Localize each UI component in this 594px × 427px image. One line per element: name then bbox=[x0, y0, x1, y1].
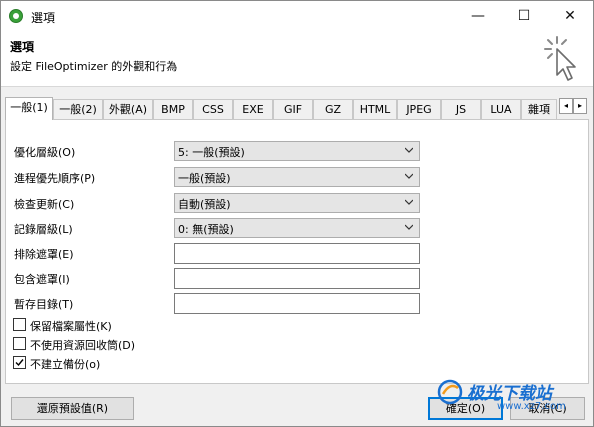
include-mask-input[interactable] bbox=[174, 268, 420, 289]
click-cursor-icon bbox=[544, 36, 576, 81]
log-level-select[interactable]: 0: 無(預設) bbox=[174, 218, 420, 238]
tab-misc[interactable]: 雜項 bbox=[521, 99, 557, 119]
tab-lua[interactable]: LUA bbox=[481, 99, 521, 119]
tab-jpeg[interactable]: JPEG bbox=[397, 99, 441, 119]
tab-scroll-left-button[interactable]: ◂ bbox=[559, 98, 573, 114]
tab-scroll-right-button[interactable]: ▸ bbox=[573, 98, 587, 114]
ok-button[interactable]: 確定(O) bbox=[428, 397, 503, 420]
header-title: 選項 bbox=[10, 40, 35, 54]
no-recycle-bin-checkbox[interactable] bbox=[13, 337, 26, 350]
tab-panel-general-1: 優化層級(O) 5: 一般(預設) 進程優先順序(P) 一般(預設) 檢查更新(… bbox=[5, 119, 589, 384]
optimization-level-select[interactable]: 5: 一般(預設) bbox=[174, 141, 420, 161]
temp-dir-label: 暫存目錄(T) bbox=[14, 298, 74, 311]
tab-bmp[interactable]: BMP bbox=[153, 99, 193, 119]
optimization-level-label: 優化層級(O) bbox=[14, 146, 76, 159]
temp-dir-input[interactable] bbox=[174, 293, 420, 314]
check-updates-label: 檢查更新(C) bbox=[14, 198, 75, 211]
no-recycle-bin-label[interactable]: 不使用資源回收筒(D) bbox=[30, 337, 135, 353]
include-mask-label: 包含遮罩(I) bbox=[14, 273, 70, 286]
tab-gz[interactable]: GZ bbox=[313, 99, 353, 119]
close-button[interactable]: ✕ bbox=[547, 1, 593, 31]
check-updates-value: 自動(預設) bbox=[178, 198, 231, 211]
process-priority-label: 進程優先順序(P) bbox=[14, 172, 96, 185]
maximize-button[interactable]: ☐ bbox=[501, 1, 547, 31]
tab-general-2[interactable]: 一般(2) bbox=[53, 99, 103, 119]
restore-defaults-button[interactable]: 還原預設值(R) bbox=[11, 397, 134, 420]
tab-js[interactable]: JS bbox=[441, 99, 481, 119]
dialog-header: 選項 設定 FileOptimizer 的外觀和行為 bbox=[1, 31, 593, 87]
chevron-down-icon bbox=[405, 199, 413, 205]
chevron-down-icon bbox=[405, 173, 413, 179]
tab-general-1[interactable]: 一般(1) bbox=[5, 97, 53, 120]
chevron-down-icon bbox=[405, 147, 413, 153]
app-icon bbox=[9, 9, 23, 23]
keep-attributes-checkbox[interactable] bbox=[13, 318, 26, 331]
process-priority-select[interactable]: 一般(預設) bbox=[174, 167, 420, 187]
tab-css[interactable]: CSS bbox=[193, 99, 233, 119]
minimize-button[interactable]: — bbox=[455, 1, 501, 31]
no-backup-checkbox[interactable] bbox=[13, 356, 26, 369]
tab-appearance[interactable]: 外觀(A) bbox=[103, 99, 153, 119]
options-dialog: 選項 — ☐ ✕ 選項 設定 FileOptimizer 的外觀和行為 一般(1… bbox=[0, 0, 594, 427]
tab-exe[interactable]: EXE bbox=[233, 99, 273, 119]
exclude-mask-label: 排除遮罩(E) bbox=[14, 248, 74, 261]
title-bar[interactable]: 選項 — ☐ ✕ bbox=[1, 1, 593, 31]
header-subtitle: 設定 FileOptimizer 的外觀和行為 bbox=[10, 60, 178, 73]
checkmark-icon bbox=[15, 359, 24, 367]
tab-html[interactable]: HTML bbox=[353, 99, 397, 119]
tab-gif[interactable]: GIF bbox=[273, 99, 313, 119]
optimization-level-value: 5: 一般(預設) bbox=[178, 146, 245, 159]
chevron-down-icon bbox=[405, 224, 413, 230]
exclude-mask-input[interactable] bbox=[174, 243, 420, 264]
log-level-label: 記錄層級(L) bbox=[14, 223, 73, 236]
check-updates-select[interactable]: 自動(預設) bbox=[174, 193, 420, 213]
window-title: 選項 bbox=[31, 11, 56, 25]
process-priority-value: 一般(預設) bbox=[178, 172, 231, 185]
no-backup-label[interactable]: 不建立備份(o) bbox=[30, 356, 100, 372]
tab-strip: 一般(1) 一般(2) 外觀(A) BMP CSS EXE GIF GZ HTM… bbox=[5, 97, 589, 120]
log-level-value: 0: 無(預設) bbox=[178, 223, 234, 236]
cancel-button[interactable]: 取消(C) bbox=[510, 397, 585, 420]
keep-attributes-label[interactable]: 保留檔案屬性(K) bbox=[30, 318, 112, 334]
